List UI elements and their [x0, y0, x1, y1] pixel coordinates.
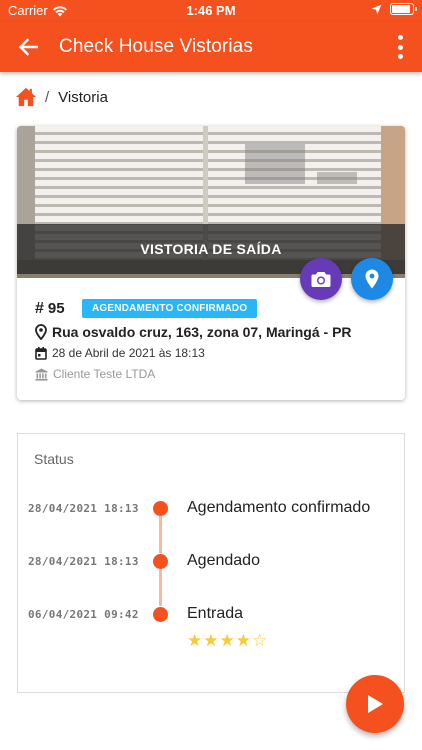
timeline-label: Agendado	[187, 552, 260, 569]
location-pin-icon	[365, 269, 379, 289]
star-filled-icon: ★	[219, 631, 235, 650]
camera-icon	[311, 271, 331, 287]
status-badge: AGENDAMENTO CONFIRMADO	[82, 299, 258, 318]
bank-icon	[35, 368, 48, 381]
location-pin-icon	[35, 324, 47, 340]
start-inspection-button[interactable]	[346, 675, 404, 733]
star-filled-icon: ★	[203, 631, 219, 650]
timeline-date: 28/04/2021 18:13	[28, 555, 139, 568]
back-button[interactable]	[14, 33, 42, 61]
address-text: Rua osvaldo cruz, 163, zona 07, Maringá …	[52, 324, 352, 340]
status-panel: Status 28/04/2021 18:13 Agendamento conf…	[17, 433, 405, 693]
timeline-connector	[159, 569, 162, 606]
timeline-connector	[159, 516, 162, 553]
client-line: Cliente Teste LTDA	[35, 367, 155, 381]
status-heading: Status	[34, 451, 74, 467]
app-title: Check House Vistorias	[59, 36, 253, 57]
more-options-button[interactable]	[394, 35, 406, 59]
photo-caption: VISTORIA DE SAÍDA	[17, 224, 405, 274]
timeline-dot	[153, 554, 168, 569]
timeline-label: Agendamento confirmado	[187, 499, 371, 516]
navigation-arrow-icon	[371, 4, 382, 14]
breadcrumb-current: Vistoria	[58, 88, 108, 106]
timeline-dot	[153, 501, 168, 516]
property-photo: VISTORIA DE SAÍDA	[17, 126, 405, 278]
breadcrumb-separator: /	[45, 88, 50, 106]
timeline-dot	[153, 607, 168, 622]
calendar-icon	[35, 346, 47, 360]
star-filled-icon: ★	[235, 631, 251, 650]
location-button[interactable]	[351, 258, 393, 300]
date-line: 28 de Abril de 2021 às 18:13	[35, 346, 205, 360]
inspection-id: 95	[47, 300, 65, 317]
rating-stars: ★ ★ ★ ★ ☆	[187, 632, 267, 650]
timeline-date: 28/04/2021 18:13	[28, 502, 139, 515]
status-bar-time: 1:46 PM	[186, 3, 236, 18]
breadcrumb: / Vistoria	[15, 87, 108, 107]
inspection-number: #95	[35, 300, 65, 318]
camera-button[interactable]	[300, 258, 342, 300]
hash-symbol: #	[35, 300, 44, 317]
home-icon[interactable]	[15, 87, 37, 107]
status-bar: Carrier 1:46 PM	[0, 0, 422, 22]
more-vert-icon	[397, 35, 403, 40]
star-empty-icon: ☆	[252, 631, 268, 650]
inspection-card[interactable]: VISTORIA DE SAÍDA #95 AGENDAMENTO CONFIR…	[17, 126, 405, 400]
timeline-date: 06/04/2021 09:42	[28, 608, 139, 621]
battery-icon	[390, 3, 417, 15]
status-bar-right	[371, 3, 417, 15]
app-bar: Check House Vistorias	[0, 22, 422, 72]
timeline-label: Entrada	[187, 605, 244, 622]
star-filled-icon: ★	[187, 631, 203, 650]
play-icon	[368, 695, 383, 713]
address-line: Rua osvaldo cruz, 163, zona 07, Maringá …	[35, 324, 352, 340]
back-arrow-icon	[18, 38, 38, 56]
date-text: 28 de Abril de 2021 às 18:13	[52, 346, 205, 360]
client-text: Cliente Teste LTDA	[53, 367, 156, 381]
